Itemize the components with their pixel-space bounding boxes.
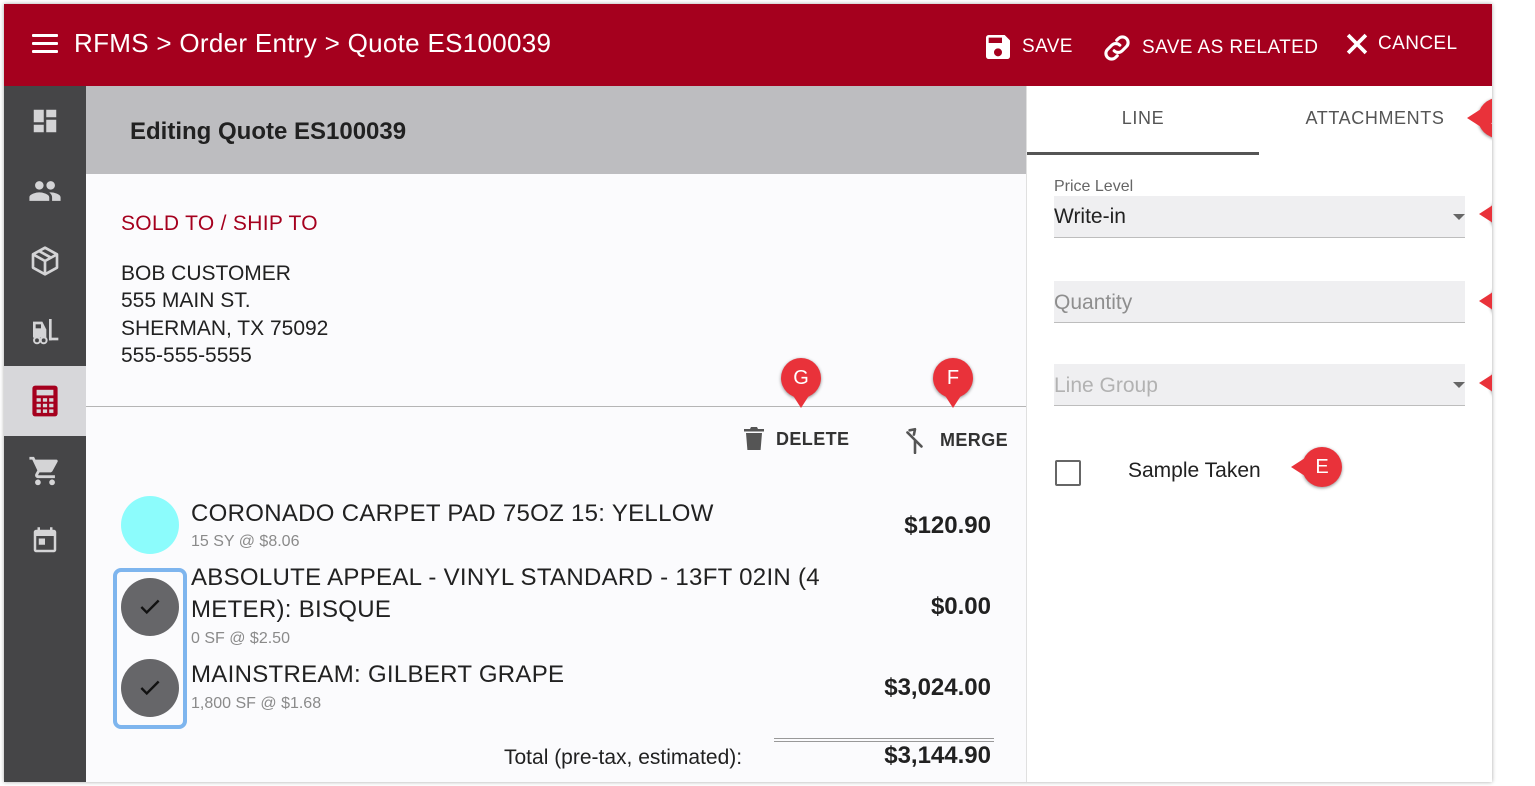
save-as-related-label: SAVE AS RELATED xyxy=(1142,37,1319,58)
cancel-button[interactable]: CANCEL xyxy=(1344,31,1457,57)
section-divider xyxy=(86,406,1026,407)
price-level-label: Price Level xyxy=(1054,178,1134,195)
selection-highlight xyxy=(113,568,187,729)
address-line: 555-555-5555 xyxy=(121,344,252,367)
nav-dashboard[interactable] xyxy=(4,86,86,156)
dropdown-arrow-icon xyxy=(1453,214,1465,220)
close-icon xyxy=(1346,33,1368,55)
sample-taken-label: Sample Taken xyxy=(1128,459,1261,482)
active-tab-indicator xyxy=(1027,152,1259,155)
sold-to-heading: SOLD TO / SHIP TO xyxy=(121,212,318,235)
address-line: 555 MAIN ST. xyxy=(121,289,251,312)
line-group-select[interactable]: Line Group xyxy=(1054,364,1465,406)
merge-icon xyxy=(906,427,923,454)
save-as-related-button[interactable]: SAVE AS RELATED xyxy=(1100,31,1318,65)
callout-marker: F xyxy=(933,358,973,408)
nav-orders[interactable] xyxy=(4,436,86,506)
line-avatar[interactable] xyxy=(121,496,179,554)
save-floppy-icon xyxy=(986,35,1010,59)
page-title: Editing Quote ES100039 xyxy=(130,118,407,145)
nav-products[interactable] xyxy=(4,226,86,296)
top-app-bar: RFMS > Order Entry > Quote ES100039 SAVE… xyxy=(4,4,1492,86)
line-detail: 0 SF @ $2.50 xyxy=(191,630,290,647)
line-price: $120.90 xyxy=(904,512,991,539)
line-price: $0.00 xyxy=(930,593,991,620)
quote-editor: Editing Quote ES100039 SOLD TO / SHIP TO… xyxy=(86,86,1026,782)
nav-rail xyxy=(4,86,86,782)
nav-quotes[interactable] xyxy=(4,366,86,436)
line-detail-panel: LINE ATTACHMENTS Price Level Write-in Qu… xyxy=(1026,86,1492,782)
address-line: SHERMAN, TX 75092 xyxy=(121,317,329,340)
delete-label: DELETE xyxy=(776,428,850,449)
people-icon xyxy=(29,181,61,201)
price-level-value: Write-in xyxy=(1054,205,1126,228)
save-label: SAVE xyxy=(1022,36,1073,57)
line-title[interactable]: ABSOLUTE APPEAL - VINYL STANDARD - 13FT … xyxy=(191,562,851,626)
breadcrumb: RFMS > Order Entry > Quote ES100039 xyxy=(74,28,552,58)
quantity-field[interactable]: Quantity xyxy=(1054,281,1465,323)
nav-warehouse[interactable] xyxy=(4,296,86,366)
forklift-icon xyxy=(33,319,59,345)
trash-icon xyxy=(744,427,764,450)
line-detail: 15 SY @ $8.06 xyxy=(191,533,300,550)
save-button[interactable]: SAVE xyxy=(982,31,1073,63)
calculator-icon xyxy=(32,385,58,417)
dashboard-icon xyxy=(33,109,57,133)
cart-icon xyxy=(29,456,58,486)
callout-marker: G xyxy=(781,358,821,408)
line-title[interactable]: MAINSTREAM: GILBERT GRAPE xyxy=(191,659,851,691)
merge-label: MERGE xyxy=(940,429,1009,450)
app-window: RFMS > Order Entry > Quote ES100039 SAVE… xyxy=(4,4,1492,782)
dropdown-arrow-icon xyxy=(1453,382,1465,388)
line-detail: 1,800 SF @ $1.68 xyxy=(191,695,322,712)
line-title[interactable]: CORONADO CARPET PAD 75OZ 15: YELLOW xyxy=(191,498,851,530)
callout-marker: E xyxy=(1291,447,1342,487)
hamburger-menu-icon[interactable] xyxy=(32,34,58,54)
quantity-placeholder: Quantity xyxy=(1054,291,1133,314)
nav-customers[interactable] xyxy=(4,156,86,226)
total-value: $3,144.90 xyxy=(884,742,991,769)
calendar-icon xyxy=(33,527,57,553)
product-box-icon xyxy=(31,246,59,276)
tab-line[interactable]: LINE xyxy=(1027,108,1259,129)
merge-button[interactable]: MERGE xyxy=(902,426,1008,454)
total-label: Total (pre-tax, estimated): xyxy=(504,746,743,769)
delete-button[interactable]: DELETE xyxy=(744,426,849,452)
sample-taken-checkbox[interactable] xyxy=(1055,460,1081,486)
price-level-select[interactable]: Write-in xyxy=(1054,196,1465,238)
nav-schedule[interactable] xyxy=(4,506,86,576)
tab-attachments[interactable]: ATTACHMENTS xyxy=(1259,108,1491,129)
editor-header: Editing Quote ES100039 xyxy=(86,86,1026,174)
line-group-placeholder: Line Group xyxy=(1054,374,1158,397)
cancel-label: CANCEL xyxy=(1378,33,1458,54)
link-icon xyxy=(1104,35,1130,61)
address-line: BOB CUSTOMER xyxy=(121,262,291,285)
line-price: $3,024.00 xyxy=(884,674,991,701)
